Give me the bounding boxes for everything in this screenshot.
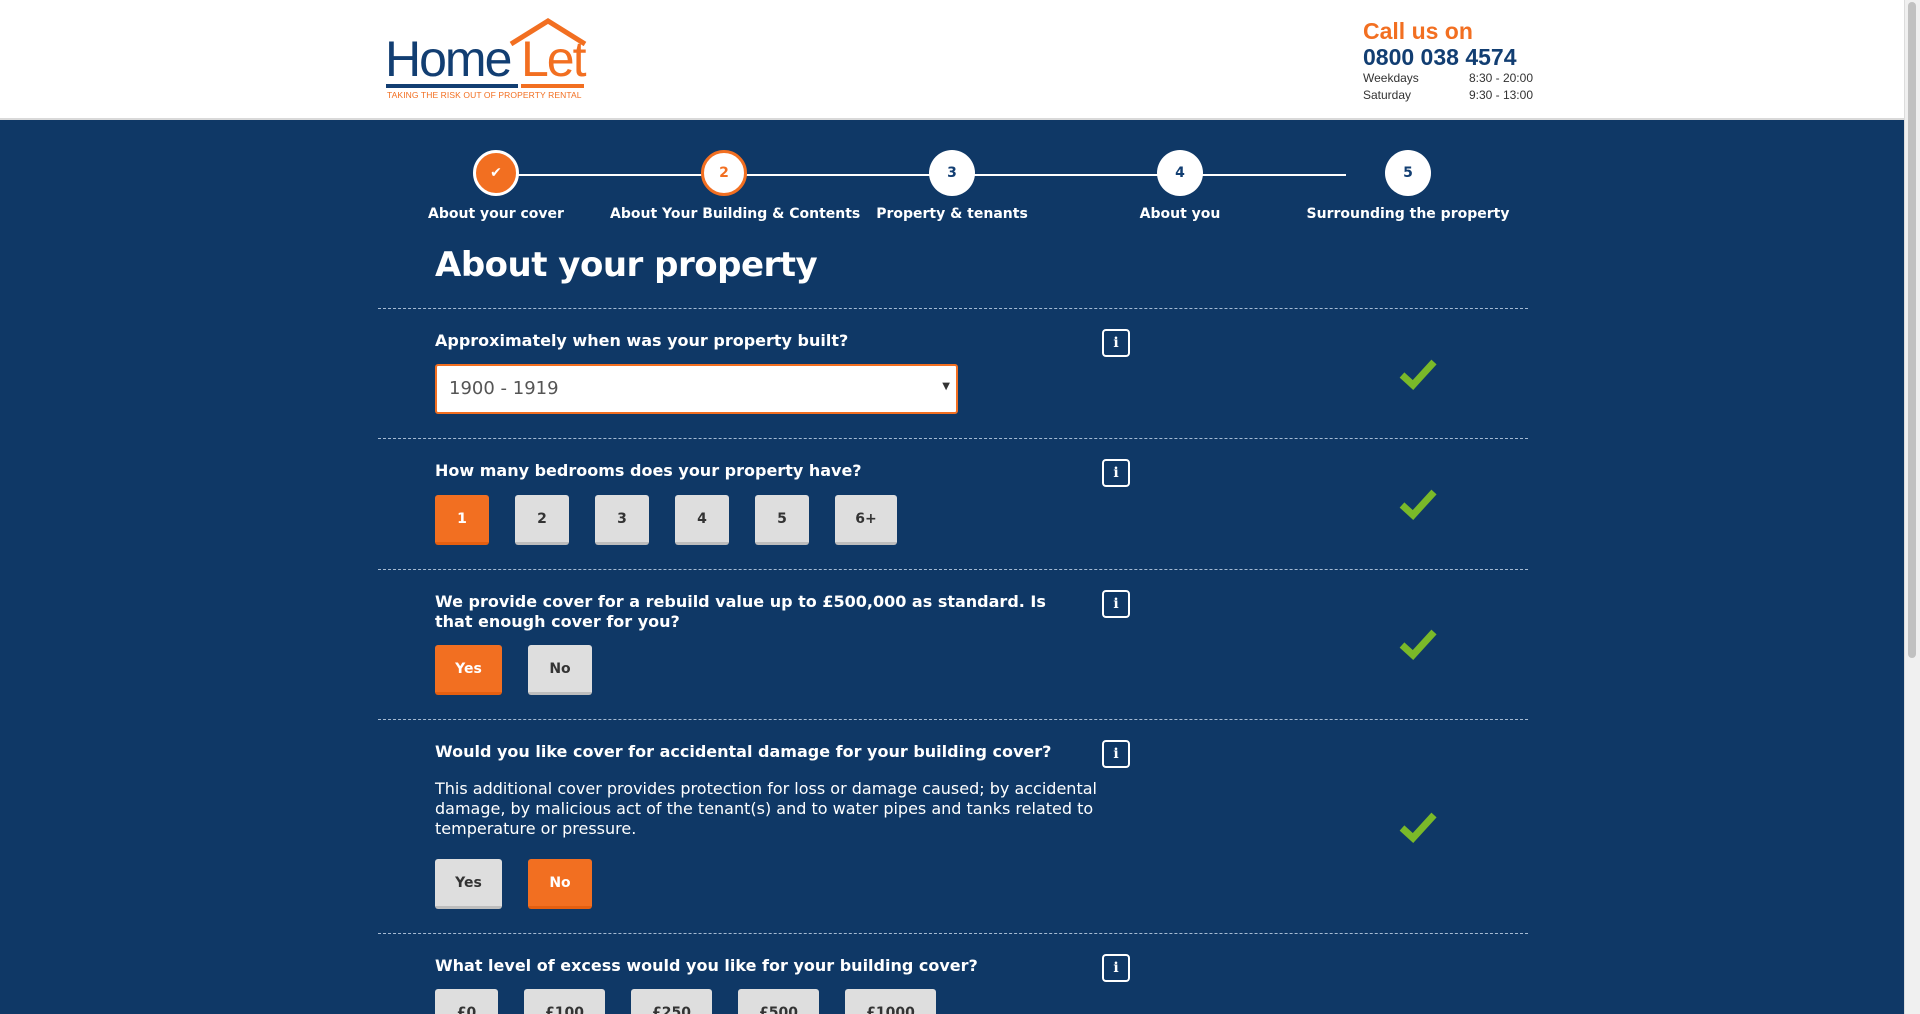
bedrooms-option-5[interactable]: 5 [755, 495, 809, 545]
divider [378, 569, 1528, 570]
header: Home Let TAKING THE RISK OUT OF PROPERTY… [0, 0, 1905, 120]
step-label: About Your Building & Contents [610, 206, 861, 222]
question-bedrooms: How many bedrooms does your property hav… [435, 461, 862, 480]
accidental-damage-description: This additional cover provides protectio… [435, 779, 1097, 838]
excess-option-100[interactable]: £100 [524, 989, 605, 1014]
info-icon[interactable]: i [1102, 740, 1130, 768]
hours-day: Saturday [1363, 88, 1412, 102]
step-about-you[interactable]: 4 About you [1066, 150, 1294, 222]
logo-tagline: TAKING THE RISK OUT OF PROPERTY RENTAL [387, 90, 582, 100]
excess-option-0[interactable]: £0 [435, 989, 498, 1014]
hours-saturday: Saturday 9:30 - 13:00 [1363, 87, 1533, 104]
accidental-no-button[interactable]: No [528, 859, 592, 909]
check-icon [1399, 629, 1437, 660]
page-title: About your property [435, 245, 818, 285]
divider [378, 438, 1528, 439]
accidental-yes-button[interactable]: Yes [435, 859, 502, 909]
question-excess: What level of excess would you like for … [435, 956, 978, 975]
hours-time: 9:30 - 13:00 [1468, 88, 1533, 102]
hours-weekdays: Weekdays 8:30 - 20:00 [1363, 70, 1533, 87]
rebuild-yes-button[interactable]: Yes [435, 645, 502, 695]
info-icon[interactable]: i [1102, 590, 1130, 618]
step-number: 5 [1385, 150, 1431, 196]
rebuild-no-button[interactable]: No [528, 645, 592, 695]
hours-time: 8:30 - 20:00 [1468, 71, 1533, 85]
check-icon [1399, 489, 1437, 520]
step-surrounding-property[interactable]: 5 Surrounding the property [1294, 150, 1522, 222]
excess-option-1000[interactable]: £1000 [845, 989, 936, 1014]
excess-option-250[interactable]: £250 [631, 989, 712, 1014]
step-label: Surrounding the property [1306, 206, 1510, 222]
scrollbar-thumb[interactable] [1908, 2, 1916, 658]
contact-block: Call us on 0800 038 4574 Weekdays 8:30 -… [1363, 18, 1533, 104]
step-number: 4 [1157, 150, 1203, 196]
check-icon [1399, 812, 1437, 843]
step-about-your-cover[interactable]: ✔ About your cover [382, 150, 610, 222]
question-rebuild-value: We provide cover for a rebuild value up … [435, 592, 1046, 631]
logo-let-text: Let [521, 31, 587, 87]
divider [378, 308, 1528, 309]
info-icon[interactable]: i [1102, 954, 1130, 982]
step-label: Property & tenants [876, 206, 1028, 222]
question-accidental-damage: Would you like cover for accidental dama… [435, 742, 1052, 761]
bedrooms-option-3[interactable]: 3 [595, 495, 649, 545]
vertical-scrollbar[interactable] [1904, 0, 1920, 1014]
info-icon[interactable]: i [1102, 329, 1130, 357]
divider [378, 933, 1528, 934]
chevron-down-icon: ▼ [942, 381, 950, 392]
step-number: 2 [701, 150, 747, 196]
divider [378, 719, 1528, 720]
step-label: About you [1139, 206, 1221, 222]
select-value: 1900 - 1919 [449, 378, 559, 399]
check-icon: ✔ [473, 150, 519, 196]
question-built: Approximately when was your property bui… [435, 331, 849, 350]
hours-day: Weekdays [1363, 71, 1419, 85]
phone-number[interactable]: 0800 038 4574 [1363, 44, 1533, 70]
progress-steps: ✔ About your cover 2 About Your Building… [428, 150, 1509, 230]
logo-underline-orange [521, 84, 584, 88]
homelet-logo[interactable]: Home Let TAKING THE RISK OUT OF PROPERTY… [383, 16, 593, 106]
page: Home Let TAKING THE RISK OUT OF PROPERTY… [0, 0, 1905, 1014]
info-icon[interactable]: i [1102, 459, 1130, 487]
step-building-contents[interactable]: 2 About Your Building & Contents [610, 150, 861, 222]
excess-option-500[interactable]: £500 [738, 989, 819, 1014]
step-property-tenants[interactable]: 3 Property & tenants [838, 150, 1066, 222]
logo-home-text: Home [385, 31, 512, 87]
call-label: Call us on [1363, 18, 1473, 44]
check-icon [1399, 359, 1437, 390]
logo-underline-navy [386, 84, 518, 88]
built-year-select[interactable]: 1900 - 1919 ▼ [435, 364, 958, 414]
bedrooms-option-4[interactable]: 4 [675, 495, 729, 545]
step-label: About your cover [428, 206, 564, 222]
step-number: 3 [929, 150, 975, 196]
bedrooms-option-6plus[interactable]: 6+ [835, 495, 897, 545]
bedrooms-option-1[interactable]: 1 [435, 495, 489, 545]
bedrooms-option-2[interactable]: 2 [515, 495, 569, 545]
